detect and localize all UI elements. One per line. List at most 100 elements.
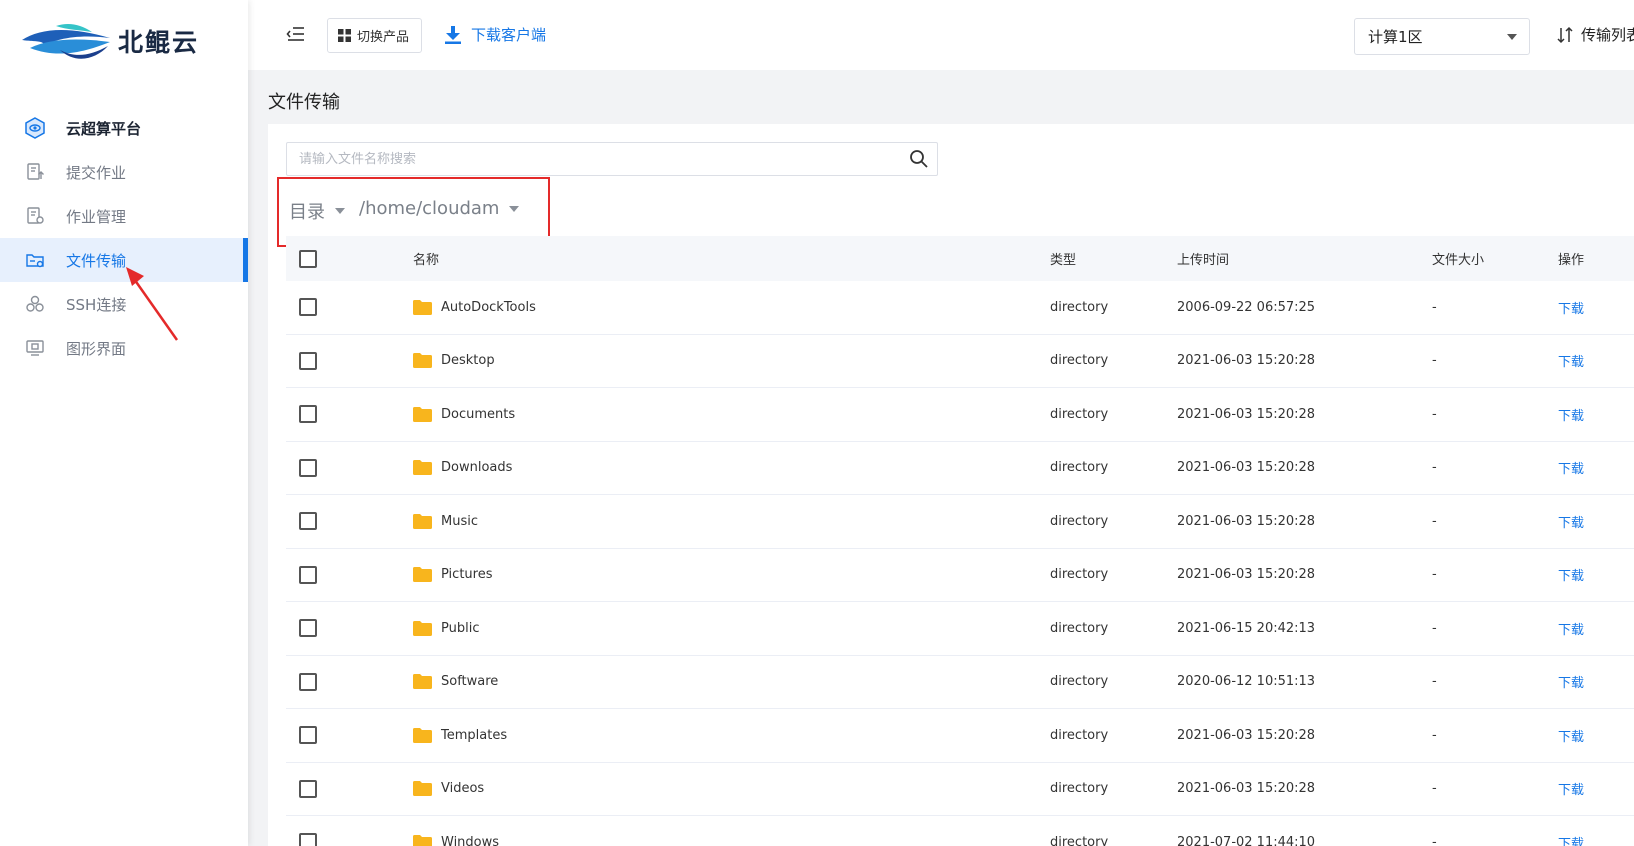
file-name-cell[interactable]: Music: [413, 513, 478, 529]
row-checkbox[interactable]: [299, 672, 317, 691]
zone-select[interactable]: 计算1区: [1354, 18, 1530, 55]
file-name-cell[interactable]: AutoDockTools: [413, 299, 536, 315]
header-size: 文件大小: [1432, 253, 1485, 268]
file-size: -: [1432, 406, 1437, 422]
file-upload-time: 2021-06-03 15:20:28: [1177, 727, 1316, 743]
file-upload-time: 2021-06-03 15:20:28: [1177, 781, 1316, 797]
sidebar-item-gui[interactable]: 图形界面: [0, 326, 248, 370]
table-row[interactable]: Desktop directory 2021-06-03 15:20:28 - 下载: [286, 335, 1634, 388]
download-link[interactable]: 下载: [1558, 623, 1584, 638]
row-checkbox[interactable]: [299, 458, 317, 477]
header-time: 上传时间: [1177, 253, 1230, 268]
file-name-cell[interactable]: Public: [413, 620, 479, 636]
sidebar-item-platform[interactable]: 云超算平台: [0, 106, 248, 150]
file-name-cell[interactable]: Downloads: [413, 460, 512, 476]
table-row[interactable]: Downloads directory 2021-06-03 15:20:28 - 下载: [286, 442, 1634, 495]
search-input[interactable]: [287, 143, 887, 175]
sidebar-item-job-manage[interactable]: 作业管理: [0, 194, 248, 238]
file-size: -: [1432, 834, 1437, 846]
file-name-cell[interactable]: Desktop: [413, 353, 495, 369]
download-link[interactable]: 下载: [1558, 409, 1584, 424]
top-bar: 切换产品 下载客户端 计算1区 传输列表: [248, 0, 1634, 70]
download-link[interactable]: 下载: [1558, 462, 1584, 477]
file-name-cell[interactable]: Videos: [413, 781, 484, 797]
sidebar-item-ssh[interactable]: SSH连接: [0, 282, 248, 326]
folder-icon: [413, 460, 432, 476]
row-checkbox[interactable]: [299, 512, 317, 531]
table-row[interactable]: AutoDockTools directory 2006-09-22 06:57:2…: [286, 281, 1634, 335]
row-checkbox[interactable]: [299, 779, 317, 798]
transfer-arrows-icon: [1557, 26, 1573, 43]
row-checkbox[interactable]: [299, 619, 317, 638]
table-row[interactable]: Software directory 2020-06-12 10:51:13 - 下载: [286, 656, 1634, 709]
row-checkbox[interactable]: [299, 833, 317, 846]
table-row[interactable]: Documents directory 2021-06-03 15:20:28 - 下载: [286, 388, 1634, 442]
transfer-list-button[interactable]: 传输列表: [1555, 24, 1634, 45]
file-name-cell[interactable]: Documents: [413, 406, 516, 422]
folder-icon: [413, 299, 432, 315]
sidebar-item-label: 云超算平台: [66, 119, 142, 138]
menu-collapse-icon[interactable]: [286, 24, 306, 44]
table-header: 名称 类型 上传时间 文件大小 操作: [286, 236, 1634, 281]
file-upload-time: 2021-06-15 20:42:13: [1177, 620, 1316, 636]
sidebar-item-submit-job[interactable]: 提交作业: [0, 150, 248, 194]
file-upload-time: 2021-07-02 11:44:10: [1177, 834, 1316, 846]
row-checkbox[interactable]: [299, 405, 317, 424]
sidebar-item-file-transfer[interactable]: 文件传输: [0, 238, 248, 282]
search-box: [286, 142, 938, 176]
file-type: directory: [1050, 620, 1109, 636]
file-name-cell[interactable]: Pictures: [413, 567, 493, 583]
table-row[interactable]: Music directory 2021-06-03 15:20:28 - 下载: [286, 495, 1634, 549]
path-current-dropdown[interactable]: /home/cloudam: [359, 198, 520, 219]
table-row[interactable]: Pictures directory 2021-06-03 15:20:28 - 下载: [286, 549, 1634, 602]
download-link[interactable]: 下载: [1558, 302, 1584, 317]
file-size: -: [1432, 674, 1437, 690]
file-upload-time: 2021-06-03 15:20:28: [1177, 353, 1316, 369]
table-row[interactable]: Videos directory 2021-06-03 15:20:28 - 下载: [286, 763, 1634, 816]
file-name-cell[interactable]: Templates: [413, 727, 508, 743]
row-checkbox[interactable]: [299, 565, 317, 584]
header-type: 类型: [1050, 253, 1077, 268]
sidebar-item-label: 作业管理: [66, 207, 127, 226]
download-client-link[interactable]: 下载客户端: [445, 24, 546, 45]
chevron-down-icon: [1507, 34, 1517, 40]
download-link[interactable]: 下载: [1558, 569, 1584, 584]
grid-icon: [338, 29, 351, 42]
folder-icon: [413, 513, 432, 529]
caret-down-icon: [335, 208, 345, 214]
file-name: Pictures: [441, 567, 493, 583]
path-root-dropdown[interactable]: 目录: [289, 198, 345, 224]
download-link[interactable]: 下载: [1558, 783, 1584, 798]
table-row[interactable]: Templates directory 2021-06-03 15:20:28 - 下载: [286, 709, 1634, 763]
search-icon[interactable]: [909, 149, 929, 169]
row-checkbox[interactable]: [299, 351, 317, 370]
download-link[interactable]: 下载: [1558, 730, 1584, 745]
file-upload-time: 2021-06-03 15:20:28: [1177, 567, 1316, 583]
download-link[interactable]: 下载: [1558, 516, 1584, 531]
file-name: Templates: [441, 727, 508, 743]
download-link[interactable]: 下载: [1558, 355, 1584, 370]
file-size: -: [1432, 781, 1437, 797]
file-name-cell[interactable]: Windows: [413, 834, 499, 846]
table-row[interactable]: Public directory 2021-06-15 20:42:13 - 下载: [286, 602, 1634, 656]
table-row[interactable]: Windows directory 2021-07-02 11:44:10 - 下载: [286, 816, 1634, 846]
logo-fish-icon: [22, 24, 110, 59]
submit-job-icon: [24, 161, 46, 183]
file-type: directory: [1050, 460, 1109, 476]
select-all-checkbox[interactable]: [299, 249, 317, 268]
file-type: directory: [1050, 353, 1109, 369]
file-size: -: [1432, 460, 1437, 476]
download-link[interactable]: 下载: [1558, 837, 1584, 846]
row-checkbox[interactable]: [299, 726, 317, 745]
file-type: directory: [1050, 674, 1109, 690]
sidebar-item-label: 文件传输: [66, 251, 127, 270]
download-link[interactable]: 下载: [1558, 676, 1584, 691]
sidebar-item-label: 图形界面: [66, 339, 127, 358]
file-name: Documents: [441, 406, 516, 422]
row-checkbox[interactable]: [299, 298, 317, 317]
brand-logo[interactable]: 北鲲云: [20, 18, 199, 64]
file-upload-time: 2021-06-03 15:20:28: [1177, 406, 1316, 422]
header-name: 名称: [413, 253, 440, 268]
file-name-cell[interactable]: Software: [413, 674, 498, 690]
switch-product-button[interactable]: 切换产品: [327, 18, 422, 53]
